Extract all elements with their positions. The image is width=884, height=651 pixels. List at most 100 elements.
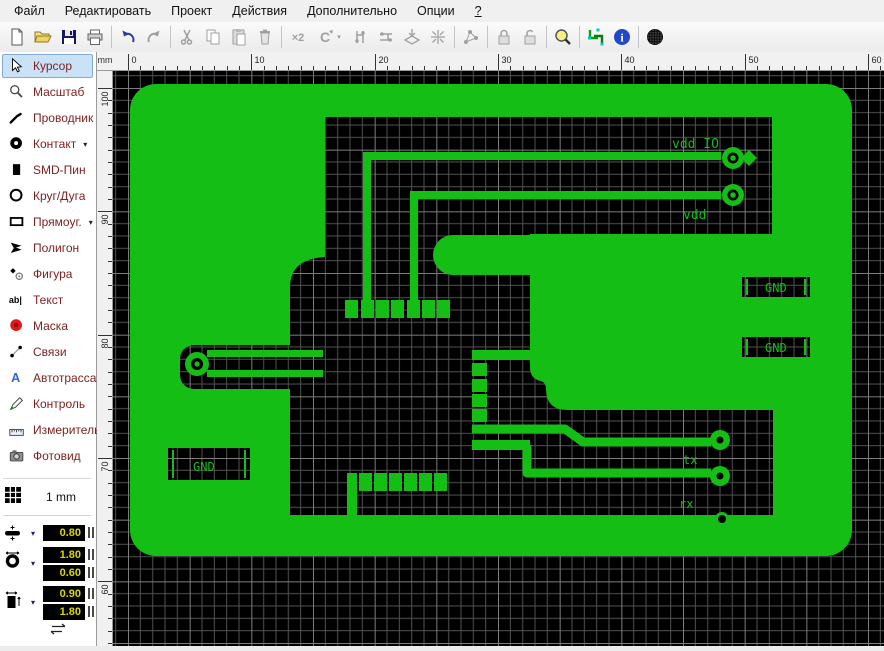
toolbar-button-cut[interactable]: [174, 25, 200, 49]
svg-text:30: 30: [502, 55, 512, 65]
toolbar-button-zoom[interactable]: [550, 25, 576, 49]
pad-vdd: [722, 184, 744, 206]
sidebar-item-circle-arc[interactable]: Круг/Дуга: [2, 184, 93, 208]
smd-size-value-0[interactable]: 0.90: [43, 586, 85, 602]
smd-size-value-1[interactable]: 1.80: [43, 604, 85, 620]
svg-text:C: C: [320, 29, 330, 45]
toolbar-button-photoview[interactable]: [642, 25, 668, 49]
grid-size-value[interactable]: 1 mm: [46, 490, 76, 504]
tool-palette: Курсор Масштаб Проводник Контакт ▾ SMD-Пин Кру…: [0, 52, 100, 646]
menu-bar: Файл Редактировать Проект Действия Дополните…: [0, 0, 884, 23]
sidebar-item-mask[interactable]: Маска: [2, 314, 93, 338]
sidebar-item-label: Контроль: [33, 397, 86, 411]
sidebar-item-label: Фигура: [33, 267, 73, 281]
ruler-vertical: 100 90 80 70 60: [97, 71, 113, 646]
divider: [3, 478, 91, 479]
toolbar-button-paste[interactable]: [226, 25, 252, 49]
links-icon: [8, 343, 26, 361]
toolbar-button-delete[interactable]: [252, 25, 278, 49]
zoom-icon: [8, 83, 26, 101]
track-width-dropdown[interactable]: ▾: [31, 529, 35, 538]
track-width-grip-0[interactable]: [88, 527, 94, 538]
svg-text:60: 60: [872, 55, 882, 65]
sidebar-item-photoview[interactable]: Фотовид: [2, 444, 93, 468]
pad-size-dropdown[interactable]: ▾: [31, 559, 35, 568]
sidebar-item-autoroute[interactable]: A Автотрасса: [2, 366, 96, 390]
menu-actions[interactable]: Действия: [222, 1, 297, 21]
sidebar-item-cursor[interactable]: Курсор: [2, 54, 93, 78]
smd-size-grip-1[interactable]: [88, 606, 94, 617]
sidebar-item-control[interactable]: Контроль: [2, 392, 93, 416]
menu-extras[interactable]: Дополнительно: [297, 1, 407, 21]
toolbar-separator: [579, 26, 580, 48]
svg-text:90: 90: [100, 215, 110, 225]
toolbar-button-connections[interactable]: [458, 25, 484, 49]
smd-size-dropdown[interactable]: ▾: [31, 598, 35, 607]
pad-size-value-1[interactable]: 0.60: [43, 565, 85, 581]
toolbar-button-center[interactable]: [425, 25, 451, 49]
menu-file[interactable]: Файл: [4, 1, 55, 21]
menu-options[interactable]: Опции: [407, 1, 465, 21]
label-gnd-top: GND: [765, 281, 787, 295]
sidebar-item-wire[interactable]: Проводник: [2, 106, 93, 130]
mask-icon: [8, 317, 26, 335]
ruler-unit-label: mm: [97, 52, 113, 71]
sidebar-item-links[interactable]: Связи: [2, 340, 93, 364]
pcb-canvas[interactable]: vdd IO vdd GND GND GND tx rx: [113, 71, 884, 646]
toolbar-separator: [546, 26, 547, 48]
toolbar-button-lock[interactable]: [491, 25, 517, 49]
toolbar-button-new[interactable]: [4, 25, 30, 49]
toolbar-button-mirror-v[interactable]: [373, 25, 399, 49]
photoview-icon: [8, 447, 26, 465]
chevron-down-icon: ▾: [83, 139, 88, 149]
toolbar-button-info[interactable]: i: [609, 25, 635, 49]
menu-help[interactable]: ?: [465, 1, 492, 21]
swap-values-icon[interactable]: [48, 622, 70, 640]
sidebar-item-label: Текст: [33, 293, 64, 307]
toolbar-button-undo[interactable]: [115, 25, 141, 49]
pad-size-grip-1[interactable]: [88, 567, 94, 578]
menu-edit[interactable]: Редактировать: [55, 1, 161, 21]
toolbar-button-save[interactable]: [56, 25, 82, 49]
sidebar-item-label: Полигон: [33, 241, 80, 255]
smd-size-grip-0[interactable]: [88, 588, 94, 599]
sidebar-item-label: Проводник: [33, 111, 94, 125]
wire-icon: [8, 109, 26, 127]
toolbar-button-redo[interactable]: [141, 25, 167, 49]
sidebar-item-zoom[interactable]: Масштаб: [2, 80, 93, 104]
toolbar-button-layers[interactable]: [583, 25, 609, 49]
track-width-value-0[interactable]: 0.80: [43, 525, 85, 541]
sidebar-item-smd-pin[interactable]: SMD-Пин: [2, 158, 93, 182]
toolbar-button-scale-x2[interactable]: ×2: [285, 25, 311, 49]
sidebar-item-contact[interactable]: Контакт ▾: [2, 132, 93, 156]
svg-text:50: 50: [749, 55, 759, 65]
control-icon: [8, 395, 26, 413]
toolbar-button-to-layer[interactable]: [399, 25, 425, 49]
sidebar-item-rectangle[interactable]: Прямоуг. ▾: [2, 210, 93, 234]
label-gnd-left: GND: [193, 460, 215, 474]
sidebar-item-shape[interactable]: Фигура: [2, 262, 93, 286]
toolbar-button-copy[interactable]: [200, 25, 226, 49]
sidebar-item-measure[interactable]: Измеритель: [2, 418, 100, 442]
grid-icon[interactable]: [3, 485, 29, 510]
toolbar-button-open[interactable]: [30, 25, 56, 49]
sidebar-item-label: Масштаб: [33, 85, 85, 99]
svg-text:60: 60: [100, 585, 110, 595]
pad-rx: [710, 466, 730, 486]
pad-size-grip-0[interactable]: [88, 549, 94, 560]
toolbar-button-unlock[interactable]: [517, 25, 543, 49]
pad-tx: [710, 430, 730, 450]
svg-text:ab|: ab|: [9, 295, 22, 305]
label-gnd-bottom: GND: [765, 341, 787, 355]
toolbar-button-print[interactable]: [82, 25, 108, 49]
pad-size-value-0[interactable]: 1.80: [43, 547, 85, 563]
sidebar-item-polygon[interactable]: Полигон: [2, 236, 93, 260]
svg-text:×2: ×2: [292, 32, 305, 44]
smd-pin-icon: [8, 161, 26, 179]
divider: [3, 515, 91, 516]
toolbar-button-mirror-h[interactable]: [347, 25, 373, 49]
sidebar-item-text[interactable]: ab| Текст: [2, 288, 93, 312]
sidebar-item-label: Прямоуг.: [33, 215, 82, 229]
toolbar-button-rotate[interactable]: C ▾: [311, 25, 347, 49]
menu-project[interactable]: Проект: [161, 1, 222, 21]
